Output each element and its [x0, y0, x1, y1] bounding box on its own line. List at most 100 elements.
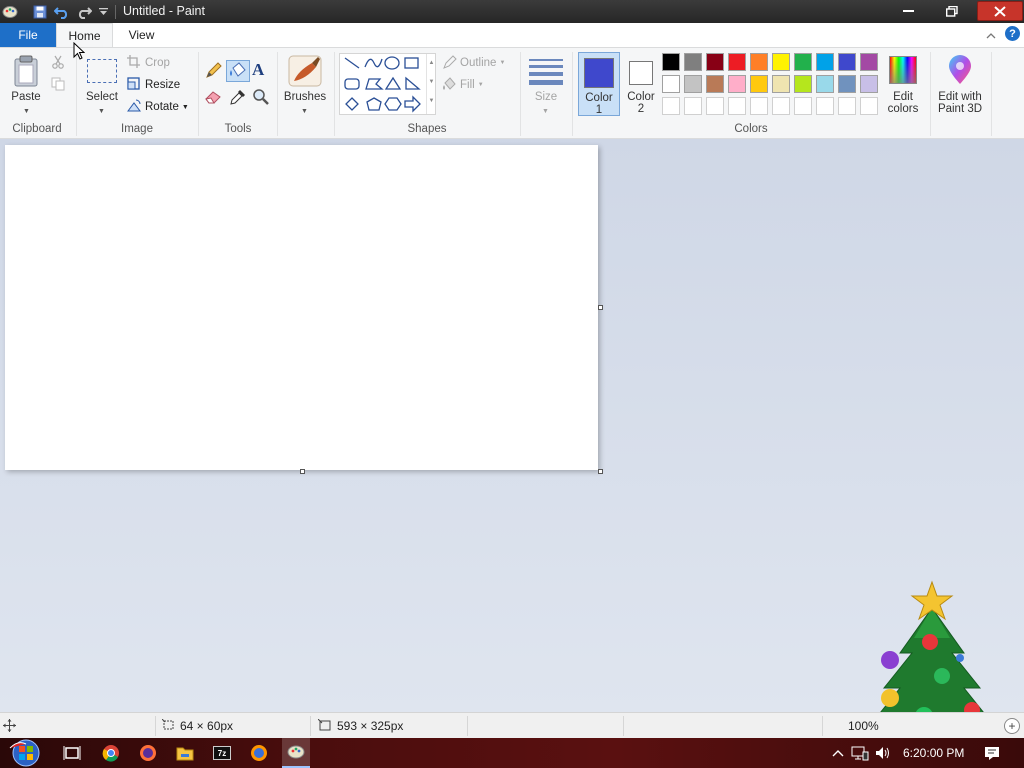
palette-swatch[interactable]: [684, 53, 702, 71]
palette-swatch[interactable]: [816, 53, 834, 71]
action-center-icon[interactable]: [980, 741, 1004, 765]
edit-colors-button[interactable]: Edit colors: [884, 52, 922, 116]
palette-swatch[interactable]: [728, 75, 746, 93]
palette-swatch[interactable]: [750, 53, 768, 71]
help-icon[interactable]: ?: [1005, 26, 1020, 41]
brushes-button[interactable]: Brushes ▼: [282, 53, 328, 117]
ribbon-tab-row: File Home View ?: [0, 23, 1024, 48]
window-title: Untitled - Paint: [123, 4, 205, 18]
palette-swatch[interactable]: [662, 75, 680, 93]
drawing-canvas[interactable]: [5, 145, 598, 470]
task-view-icon[interactable]: [60, 741, 84, 765]
palette-swatch[interactable]: [838, 53, 856, 71]
zoom-in-icon[interactable]: +: [1004, 718, 1020, 734]
firefox-icon[interactable]: [136, 741, 160, 765]
paint-app-icon[interactable]: [0, 3, 20, 20]
paste-dropdown-icon[interactable]: ▼: [23, 108, 30, 115]
color1-button[interactable]: Color 1: [578, 52, 620, 116]
status-bar: 64 × 60px 593 × 325px 100% +: [0, 712, 1024, 738]
text-icon[interactable]: A: [252, 60, 272, 80]
outline-icon: [442, 54, 460, 72]
network-icon[interactable]: [848, 741, 872, 765]
collapse-ribbon-icon[interactable]: [986, 28, 998, 40]
show-hidden-icons-icon[interactable]: [826, 741, 850, 765]
palette-swatch[interactable]: [816, 97, 834, 115]
save-icon[interactable]: [31, 3, 49, 20]
ribbon-home: Paste ▼ Clipboard Select ▼ Crop Resize R…: [0, 47, 1024, 139]
palette-swatch[interactable]: [838, 97, 856, 115]
palette-swatch[interactable]: [794, 97, 812, 115]
shapes-gallery[interactable]: ▲ ▼ ▼: [339, 53, 436, 115]
palette-swatch[interactable]: [860, 53, 878, 71]
file-explorer-icon[interactable]: [173, 741, 197, 765]
shape-icons: [344, 56, 421, 113]
palette-swatch[interactable]: [772, 53, 790, 71]
palette-swatch[interactable]: [706, 75, 724, 93]
shapes-scroll[interactable]: ▲ ▼ ▼: [426, 54, 436, 114]
maximize-button[interactable]: [932, 1, 972, 21]
select-dropdown-icon[interactable]: ▼: [98, 108, 105, 115]
palette-swatch[interactable]: [772, 75, 790, 93]
edit-with-paint3d-button[interactable]: Edit with Paint 3D: [934, 52, 986, 116]
palette-swatch[interactable]: [706, 97, 724, 115]
volume-icon[interactable]: [871, 741, 895, 765]
outline-button[interactable]: Outline ▼: [442, 54, 514, 72]
redo-icon[interactable]: [75, 3, 93, 20]
minimize-button[interactable]: [888, 1, 928, 21]
size-button[interactable]: Size ▼: [526, 53, 566, 115]
palette-swatch[interactable]: [684, 75, 702, 93]
palette-swatch[interactable]: [706, 53, 724, 71]
status-separator: [310, 716, 311, 736]
rotate-button[interactable]: Rotate ▼: [127, 99, 197, 115]
magnifier-icon[interactable]: [252, 88, 272, 108]
palette-swatch[interactable]: [860, 75, 878, 93]
palette-swatch[interactable]: [838, 75, 856, 93]
canvas-resize-handle-right[interactable]: [598, 305, 603, 310]
close-button[interactable]: [977, 1, 1023, 21]
cursor-position-icon: [3, 719, 17, 733]
7zip-icon[interactable]: 7z: [210, 741, 234, 765]
palette-swatch[interactable]: [728, 53, 746, 71]
cut-icon[interactable]: [51, 55, 67, 71]
start-button[interactable]: [6, 738, 46, 768]
resize-button[interactable]: Resize: [127, 77, 197, 93]
palette-swatch[interactable]: [772, 97, 790, 115]
undo-icon[interactable]: [53, 3, 71, 20]
palette-swatch[interactable]: [728, 97, 746, 115]
size-icon: [529, 57, 563, 85]
color-picker-icon[interactable]: [229, 88, 249, 108]
customize-quick-access-icon[interactable]: [96, 3, 110, 20]
outline-label: Outline: [460, 57, 497, 69]
palette-swatch[interactable]: [860, 97, 878, 115]
palette-swatch[interactable]: [794, 53, 812, 71]
brushes-dropdown-icon[interactable]: ▼: [301, 108, 308, 115]
firefox-2-icon[interactable]: [247, 741, 271, 765]
tab-file[interactable]: File: [0, 23, 56, 47]
palette-swatch[interactable]: [662, 53, 680, 71]
palette-swatch[interactable]: [794, 75, 812, 93]
select-button[interactable]: Select ▼: [82, 53, 122, 117]
fill-dropdown-icon[interactable]: ▼: [478, 82, 484, 88]
palette-swatch[interactable]: [684, 97, 702, 115]
fill-icon[interactable]: [226, 60, 250, 82]
copy-icon[interactable]: [51, 77, 67, 93]
palette-swatch[interactable]: [750, 97, 768, 115]
chrome-icon[interactable]: [99, 741, 123, 765]
canvas-resize-handle-corner[interactable]: [598, 469, 603, 474]
outline-dropdown-icon[interactable]: ▼: [499, 60, 505, 66]
tab-view[interactable]: View: [113, 23, 170, 47]
palette-swatch[interactable]: [662, 97, 680, 115]
rotate-dropdown-icon[interactable]: ▼: [182, 104, 189, 111]
palette-swatch[interactable]: [750, 75, 768, 93]
color2-button[interactable]: Color 2: [622, 52, 660, 116]
pencil-icon[interactable]: [204, 62, 224, 82]
crop-button[interactable]: Crop: [127, 55, 197, 71]
paint-taskbar-icon[interactable]: [282, 738, 310, 768]
size-dropdown-icon[interactable]: ▼: [542, 108, 549, 115]
palette-swatch[interactable]: [816, 75, 834, 93]
paste-button[interactable]: Paste ▼: [5, 53, 47, 117]
shapes-group-label: Shapes: [407, 123, 447, 135]
eraser-icon[interactable]: [204, 88, 224, 108]
canvas-resize-handle-bottom[interactable]: [300, 469, 305, 474]
fill-button[interactable]: Fill ▼: [442, 76, 514, 93]
